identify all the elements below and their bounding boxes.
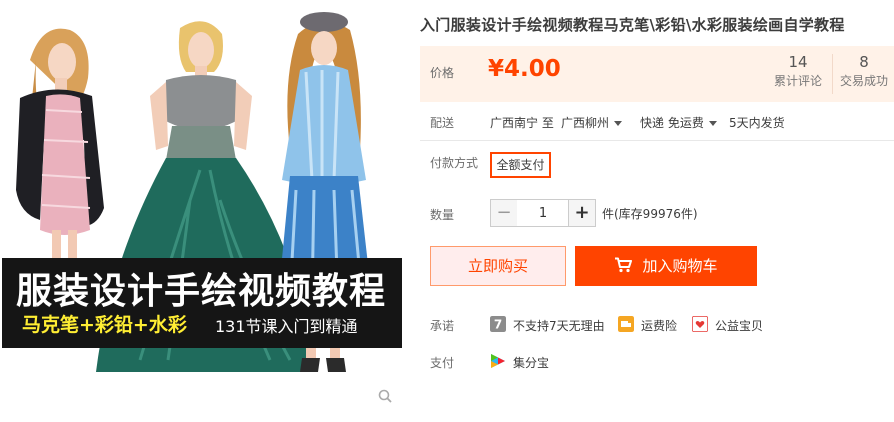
price-value: ¥4.00 <box>488 56 561 82</box>
promise-label: 承诺 <box>430 319 455 333</box>
reviews-count: 14 <box>788 53 808 71</box>
quantity-decrease-button[interactable]: − <box>490 199 518 227</box>
pay-label: 支付 <box>430 356 455 370</box>
svg-text:7: 7 <box>494 318 502 332</box>
reviews-stat[interactable]: 14 累计评论 <box>768 52 828 90</box>
delivery-label: 配送 <box>430 116 455 130</box>
reviews-label: 累计评论 <box>773 74 822 88</box>
payment-method-label: 付款方式 <box>430 156 479 170</box>
quantity-stepper: − + <box>490 199 596 227</box>
add-to-cart-label: 加入购物车 <box>642 257 718 275</box>
promise-text: 不支持7天无理由 <box>513 319 605 333</box>
deals-count: 8 <box>859 53 869 71</box>
delivery-destination-text: 广西柳州 <box>561 116 610 130</box>
deals-stat: 8 交易成功 <box>834 52 894 90</box>
pay-method-text: 集分宝 <box>513 356 550 370</box>
banner-title: 服装设计手绘视频教程 <box>16 271 387 312</box>
delivery-destination-select[interactable]: 广西柳州 <box>561 114 623 131</box>
shipping-method-select[interactable]: 快递 免运费 <box>640 114 717 131</box>
banner-subtitle-materials: 马克笔+彩铅+水彩 <box>22 314 187 336</box>
jifenbao-icon <box>491 354 505 368</box>
promo-banner: 服装设计手绘视频教程 马克笔+彩铅+水彩 131节课入门到精通 <box>2 258 402 348</box>
chevron-down-icon <box>708 121 717 126</box>
cart-icon <box>615 257 633 273</box>
dispatch-time: 5天内发货 <box>729 116 785 130</box>
promise-text: 公益宝贝 <box>715 319 764 333</box>
quantity-label: 数量 <box>430 208 455 222</box>
product-title: 入门服装设计手绘视频教程马克笔\彩铅\水彩服装绘画自学教程 <box>420 16 845 34</box>
seven-day-icon: 7 <box>490 316 506 332</box>
chevron-down-icon <box>614 121 623 126</box>
buy-now-button[interactable]: 立即购买 <box>430 246 566 286</box>
price-label: 价格 <box>430 66 455 80</box>
divider <box>420 140 894 141</box>
add-to-cart-button[interactable]: 加入购物车 <box>575 246 757 286</box>
delivery-from: 广西南宁 至 <box>490 116 554 130</box>
shipping-method-text: 快递 免运费 <box>640 116 704 130</box>
banner-subtitle-lessons: 131节课入门到精通 <box>215 317 358 336</box>
price-box: 价格 ¥4.00 14 累计评论 8 交易成功 <box>420 46 894 102</box>
quantity-input[interactable] <box>517 199 569 227</box>
stat-divider <box>832 54 833 94</box>
quantity-increase-button[interactable]: + <box>568 199 596 227</box>
payment-option-full[interactable]: 全额支付 <box>490 152 551 178</box>
zoom-icon[interactable] <box>378 389 392 403</box>
product-image[interactable]: 服装设计手绘视频教程 马克笔+彩铅+水彩 131节课入门到精通 <box>0 0 404 404</box>
stock-info: 件(库存99976件) <box>602 207 698 221</box>
charity-icon <box>692 316 708 332</box>
promise-text: 运费险 <box>641 319 678 333</box>
shipping-insurance-icon <box>618 316 634 332</box>
deals-label: 交易成功 <box>839 74 888 88</box>
